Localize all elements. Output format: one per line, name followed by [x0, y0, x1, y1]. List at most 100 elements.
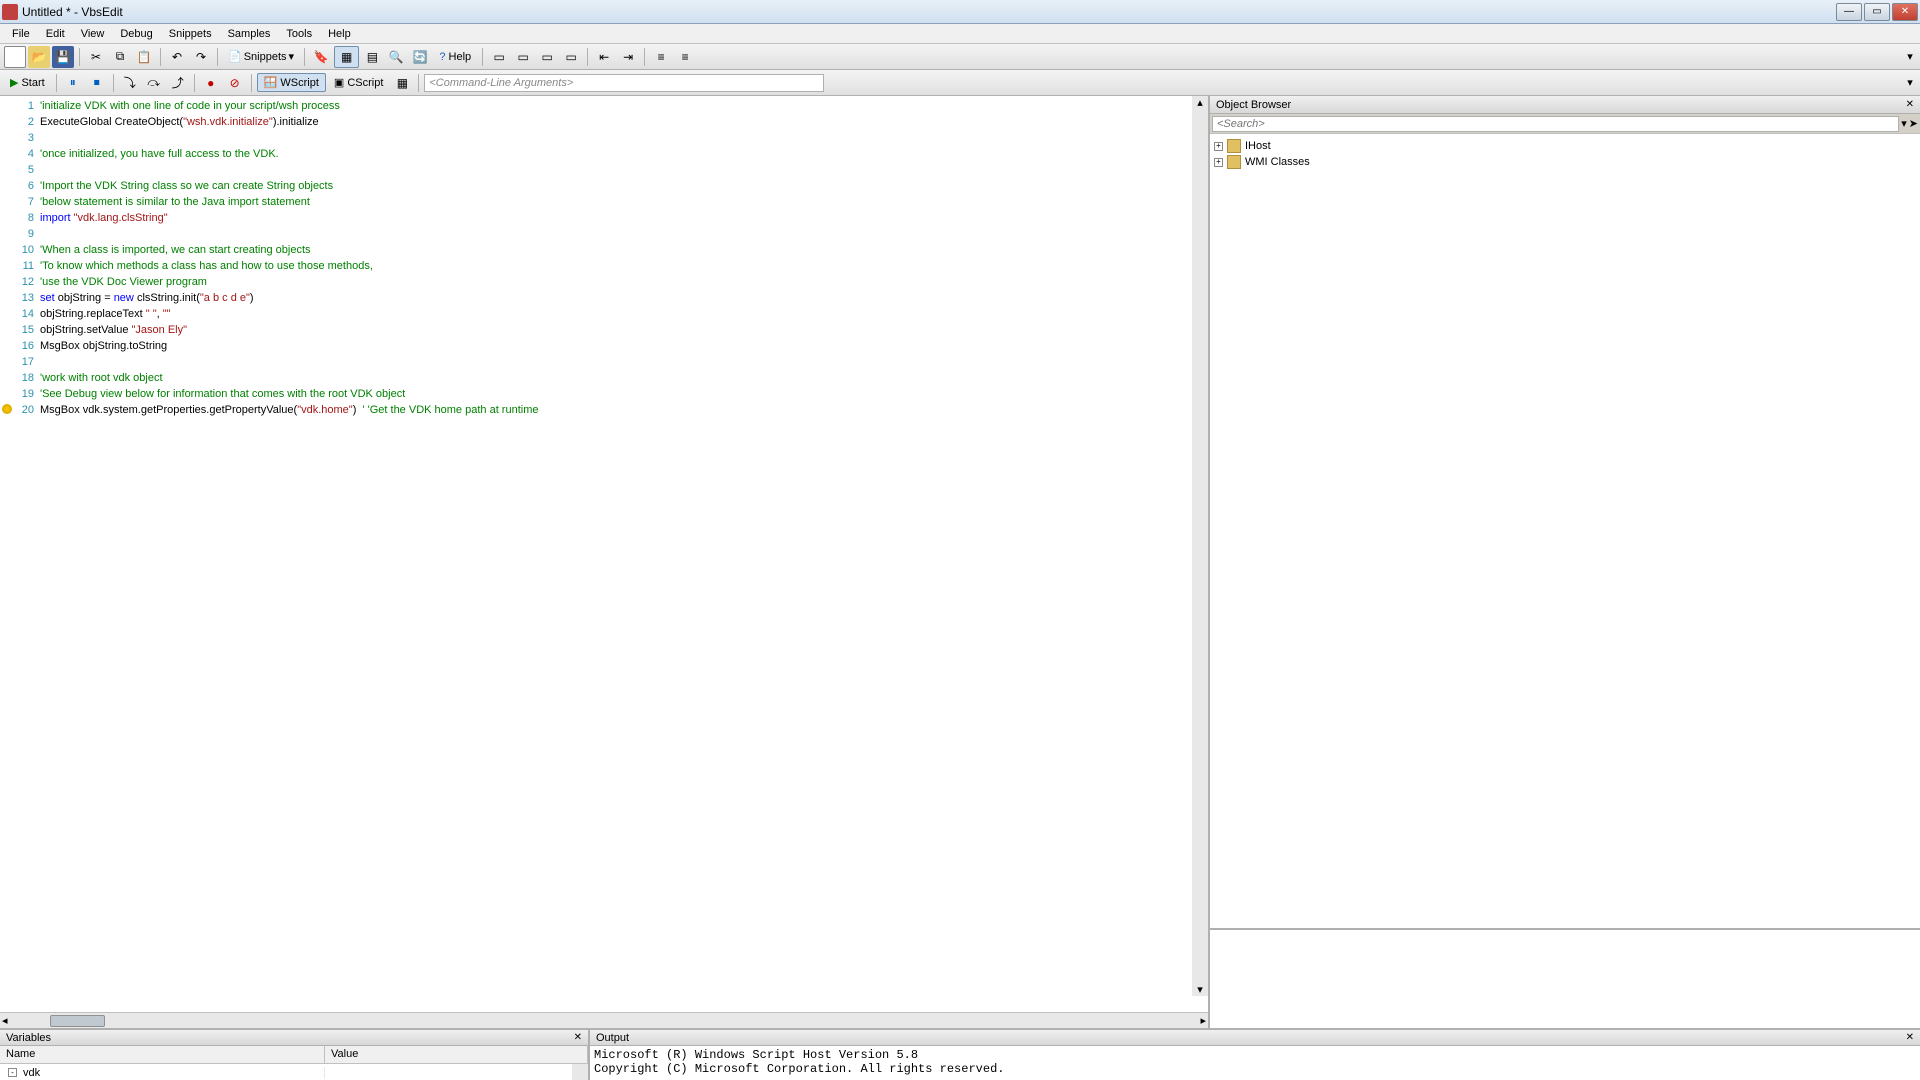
maximize-button[interactable]: ▭ — [1864, 3, 1890, 21]
separator — [217, 48, 218, 66]
output-text[interactable]: Microsoft (R) Windows Script Host Versio… — [590, 1046, 1920, 1080]
toolbar-overflow[interactable]: ▾ — [1904, 76, 1916, 89]
separator — [418, 74, 419, 92]
step-into-button[interactable]: ⤵ — [119, 72, 141, 94]
clear-breakpoints-button[interactable]: ⊘ — [224, 72, 246, 94]
step-out-button[interactable]: ⤴ — [167, 72, 189, 94]
paste-button[interactable]: 📋 — [133, 46, 155, 68]
snippets-dropdown[interactable]: 📄 Snippets ▾ — [223, 48, 299, 65]
close-button[interactable]: ✕ — [1892, 3, 1918, 21]
cscript-icon: ▣ — [334, 76, 344, 89]
variables-tree[interactable]: -vdkinit-Systemclass_initializeinitGetPr… — [0, 1064, 588, 1080]
close-icon[interactable]: ✕ — [574, 1032, 582, 1043]
window-button-4[interactable]: ▭ — [560, 46, 582, 68]
menu-view[interactable]: View — [73, 26, 113, 42]
separator — [113, 74, 114, 92]
step-over-button[interactable]: ⤼ — [143, 72, 165, 94]
stop-button[interactable]: ⏹ — [86, 72, 108, 94]
output-title-bar: Output ✕ — [590, 1028, 1920, 1046]
snippets-icon: 📄 — [228, 50, 242, 63]
close-icon[interactable]: ✕ — [1906, 1032, 1914, 1043]
object-browser-item[interactable]: +IHost — [1214, 138, 1916, 154]
editor-vertical-scrollbar[interactable]: ▴ ▾ — [1192, 96, 1208, 996]
object-browser-tree[interactable]: +IHost+WMI Classes — [1210, 134, 1920, 928]
object-browser-title-text: Object Browser — [1216, 99, 1291, 111]
new-file-button[interactable] — [4, 46, 26, 68]
column-header-value[interactable]: Value — [325, 1046, 588, 1063]
menu-help[interactable]: Help — [320, 26, 359, 42]
breakpoint-icon[interactable] — [2, 404, 12, 414]
scroll-left-icon[interactable]: ◂ — [0, 1014, 10, 1027]
help-icon: ? — [439, 51, 445, 63]
object-browser-item[interactable]: + WMI Classes — [1214, 154, 1916, 170]
expand-icon[interactable]: + — [1214, 158, 1223, 167]
scroll-down-icon[interactable]: ▾ — [1197, 983, 1203, 996]
chevron-down-icon: ▾ — [289, 50, 295, 63]
cscript-button[interactable]: ▣ CScript — [328, 74, 389, 91]
menu-snippets[interactable]: Snippets — [161, 26, 220, 42]
minimize-button[interactable]: — — [1836, 3, 1862, 21]
separator — [304, 48, 305, 66]
toolbar-toggle-1[interactable]: ▦ — [334, 46, 359, 68]
object-browser-search-input[interactable] — [1212, 116, 1899, 132]
scroll-right-icon[interactable]: ▸ — [1198, 1014, 1208, 1027]
uncomment-button[interactable]: ≡ — [674, 46, 696, 68]
command-line-args-input[interactable]: <Command-Line Arguments> — [424, 74, 824, 92]
pause-button[interactable]: ⏸ — [62, 72, 84, 94]
variable-row[interactable]: -vdk — [0, 1064, 588, 1080]
separator — [194, 74, 195, 92]
column-header-name[interactable]: Name — [0, 1046, 325, 1063]
variables-title: Variables — [6, 1032, 51, 1044]
close-icon[interactable]: ✕ — [1906, 99, 1914, 110]
outdent-button[interactable]: ⇤ — [593, 46, 615, 68]
window-title: Untitled * - VbsEdit — [22, 5, 1836, 19]
menu-file[interactable]: File — [4, 26, 38, 42]
debug-toolbar: ▶ Start ⏸ ⏹ ⤵ ⤼ ⤴ ● ⊘ 🪟 WScript ▣ CScrip… — [0, 70, 1920, 96]
menu-debug[interactable]: Debug — [112, 26, 160, 42]
undo-button[interactable]: ↶ — [166, 46, 188, 68]
open-file-button[interactable]: 📂 — [28, 46, 50, 68]
window-button-1[interactable]: ▭ — [488, 46, 510, 68]
copy-button[interactable]: ⧉ — [109, 46, 131, 68]
toolbar-toggle-2[interactable]: ▤ — [361, 46, 383, 68]
separator — [251, 74, 252, 92]
cut-button[interactable]: ✂ — [85, 46, 107, 68]
play-icon: ▶ — [10, 76, 18, 89]
expand-icon[interactable]: - — [8, 1068, 17, 1077]
menu-samples[interactable]: Samples — [220, 26, 279, 42]
wscript-label: WScript — [280, 77, 319, 89]
dropdown-icon[interactable]: ▾ — [1901, 117, 1907, 130]
indent-button[interactable]: ⇥ — [617, 46, 639, 68]
menu-edit[interactable]: Edit — [38, 26, 73, 42]
object-browser-item-label: WMI Classes — [1245, 156, 1310, 168]
cscript-label: CScript — [347, 77, 383, 89]
title-bar: Untitled * - VbsEdit — ▭ ✕ — [0, 0, 1920, 24]
help-button[interactable]: ? Help — [433, 49, 477, 65]
scroll-up-icon[interactable]: ▴ — [1197, 96, 1203, 109]
convert-button[interactable]: ▦ — [391, 72, 413, 94]
object-browser-panel: Object Browser ✕ ▾ ➤ +IHost+WMI Classes — [1210, 96, 1920, 1028]
scrollbar-thumb[interactable] — [50, 1015, 105, 1027]
separator — [482, 48, 483, 66]
variables-scrollbar[interactable] — [572, 1064, 588, 1080]
refresh-button[interactable]: 🔄 — [409, 46, 431, 68]
window-button-2[interactable]: ▭ — [512, 46, 534, 68]
redo-button[interactable]: ↷ — [190, 46, 212, 68]
wscript-button[interactable]: 🪟 WScript — [257, 73, 326, 92]
find-button[interactable]: 🔍 — [385, 46, 407, 68]
search-go-icon[interactable]: ➤ — [1909, 117, 1918, 130]
menu-tools[interactable]: Tools — [278, 26, 320, 42]
code-editor[interactable]: 1234567891011121314151617181920 'initial… — [0, 96, 1208, 1012]
start-button[interactable]: ▶ Start — [4, 74, 51, 91]
breakpoint-button[interactable]: ● — [200, 72, 222, 94]
code-content[interactable]: 'initialize VDK with one line of code in… — [40, 96, 1208, 1012]
start-label: Start — [21, 77, 44, 89]
window-button-3[interactable]: ▭ — [536, 46, 558, 68]
expand-icon[interactable]: + — [1214, 142, 1223, 151]
toggle-bookmark-button[interactable]: 🔖 — [310, 46, 332, 68]
editor-horizontal-scrollbar[interactable]: ◂ ▸ — [0, 1012, 1208, 1028]
save-button[interactable]: 💾 — [52, 46, 74, 68]
comment-button[interactable]: ≡ — [650, 46, 672, 68]
menu-bar: FileEditViewDebugSnippetsSamplesToolsHel… — [0, 24, 1920, 44]
toolbar-overflow[interactable]: ▾ — [1904, 50, 1916, 63]
